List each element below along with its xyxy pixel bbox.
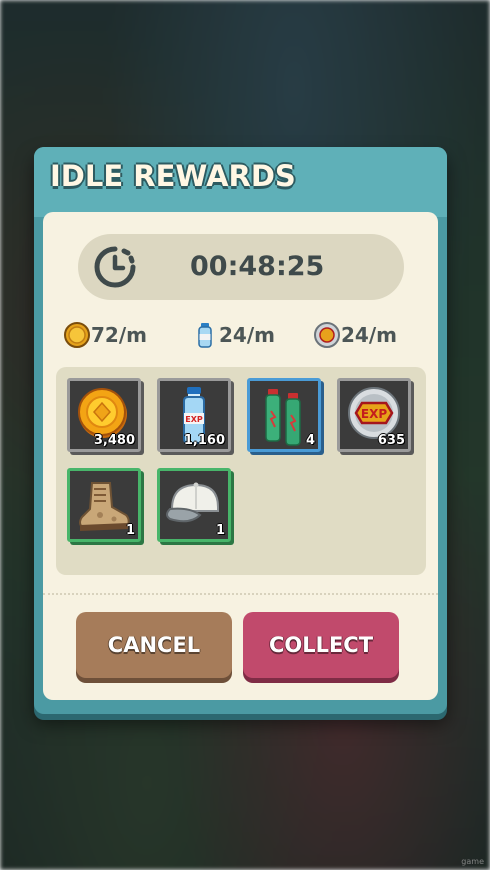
reward-item-baseball-cap[interactable]: 1 — [157, 468, 231, 542]
idle-timer: 00:48:25 — [78, 234, 404, 300]
exp-token-rate: 24/m — [313, 320, 397, 350]
item-quantity: 635 — [377, 433, 405, 448]
coin-rate-label: 72/m — [91, 323, 147, 347]
item-quantity: 3,480 — [93, 433, 135, 448]
exp-token-icon — [314, 322, 340, 348]
reward-item-gold-coins[interactable]: 3,480 — [67, 378, 141, 452]
exp-token-rate-label: 24/m — [341, 323, 397, 347]
timer-value: 00:48:25 — [190, 251, 325, 282]
panel-divider — [43, 593, 438, 595]
item-quantity: 1,160 — [183, 433, 225, 448]
item-quantity: 1 — [215, 523, 225, 538]
rewards-panel: 00:48:25 72/m 24/m 24/m 3,480 EXP 1,160 … — [43, 212, 438, 700]
coin-icon — [64, 322, 90, 348]
collect-button[interactable]: COLLECT — [243, 612, 399, 678]
reward-item-energy-drinks[interactable]: 4 — [247, 378, 321, 452]
exp-bottle-rate: 24/m — [191, 320, 275, 350]
watermark: game — [461, 857, 484, 866]
coin-rate: 72/m — [63, 320, 147, 350]
svg-text:EXP: EXP — [185, 415, 203, 424]
stopwatch-icon — [94, 246, 136, 288]
svg-text:EXP: EXP — [361, 407, 387, 421]
dialog-title: IDLE REWARDS — [50, 159, 296, 193]
idle-rewards-dialog: IDLE REWARDS 00:48:25 72/m 24/m 24/m 3,4… — [34, 147, 447, 714]
item-quantity: 4 — [305, 433, 315, 448]
reward-item-hiking-boots[interactable]: 1 — [67, 468, 141, 542]
cancel-button[interactable]: CANCEL — [76, 612, 232, 678]
exp-bottle-icon — [198, 323, 212, 348]
reward-items-grid: 3,480 EXP 1,160 4 EXP 635 1 1 — [56, 367, 426, 575]
reward-item-exp-bottle[interactable]: EXP 1,160 — [157, 378, 231, 452]
reward-item-exp-tokens[interactable]: EXP 635 — [337, 378, 411, 452]
exp-bottle-rate-label: 24/m — [219, 323, 275, 347]
item-quantity: 1 — [125, 523, 135, 538]
